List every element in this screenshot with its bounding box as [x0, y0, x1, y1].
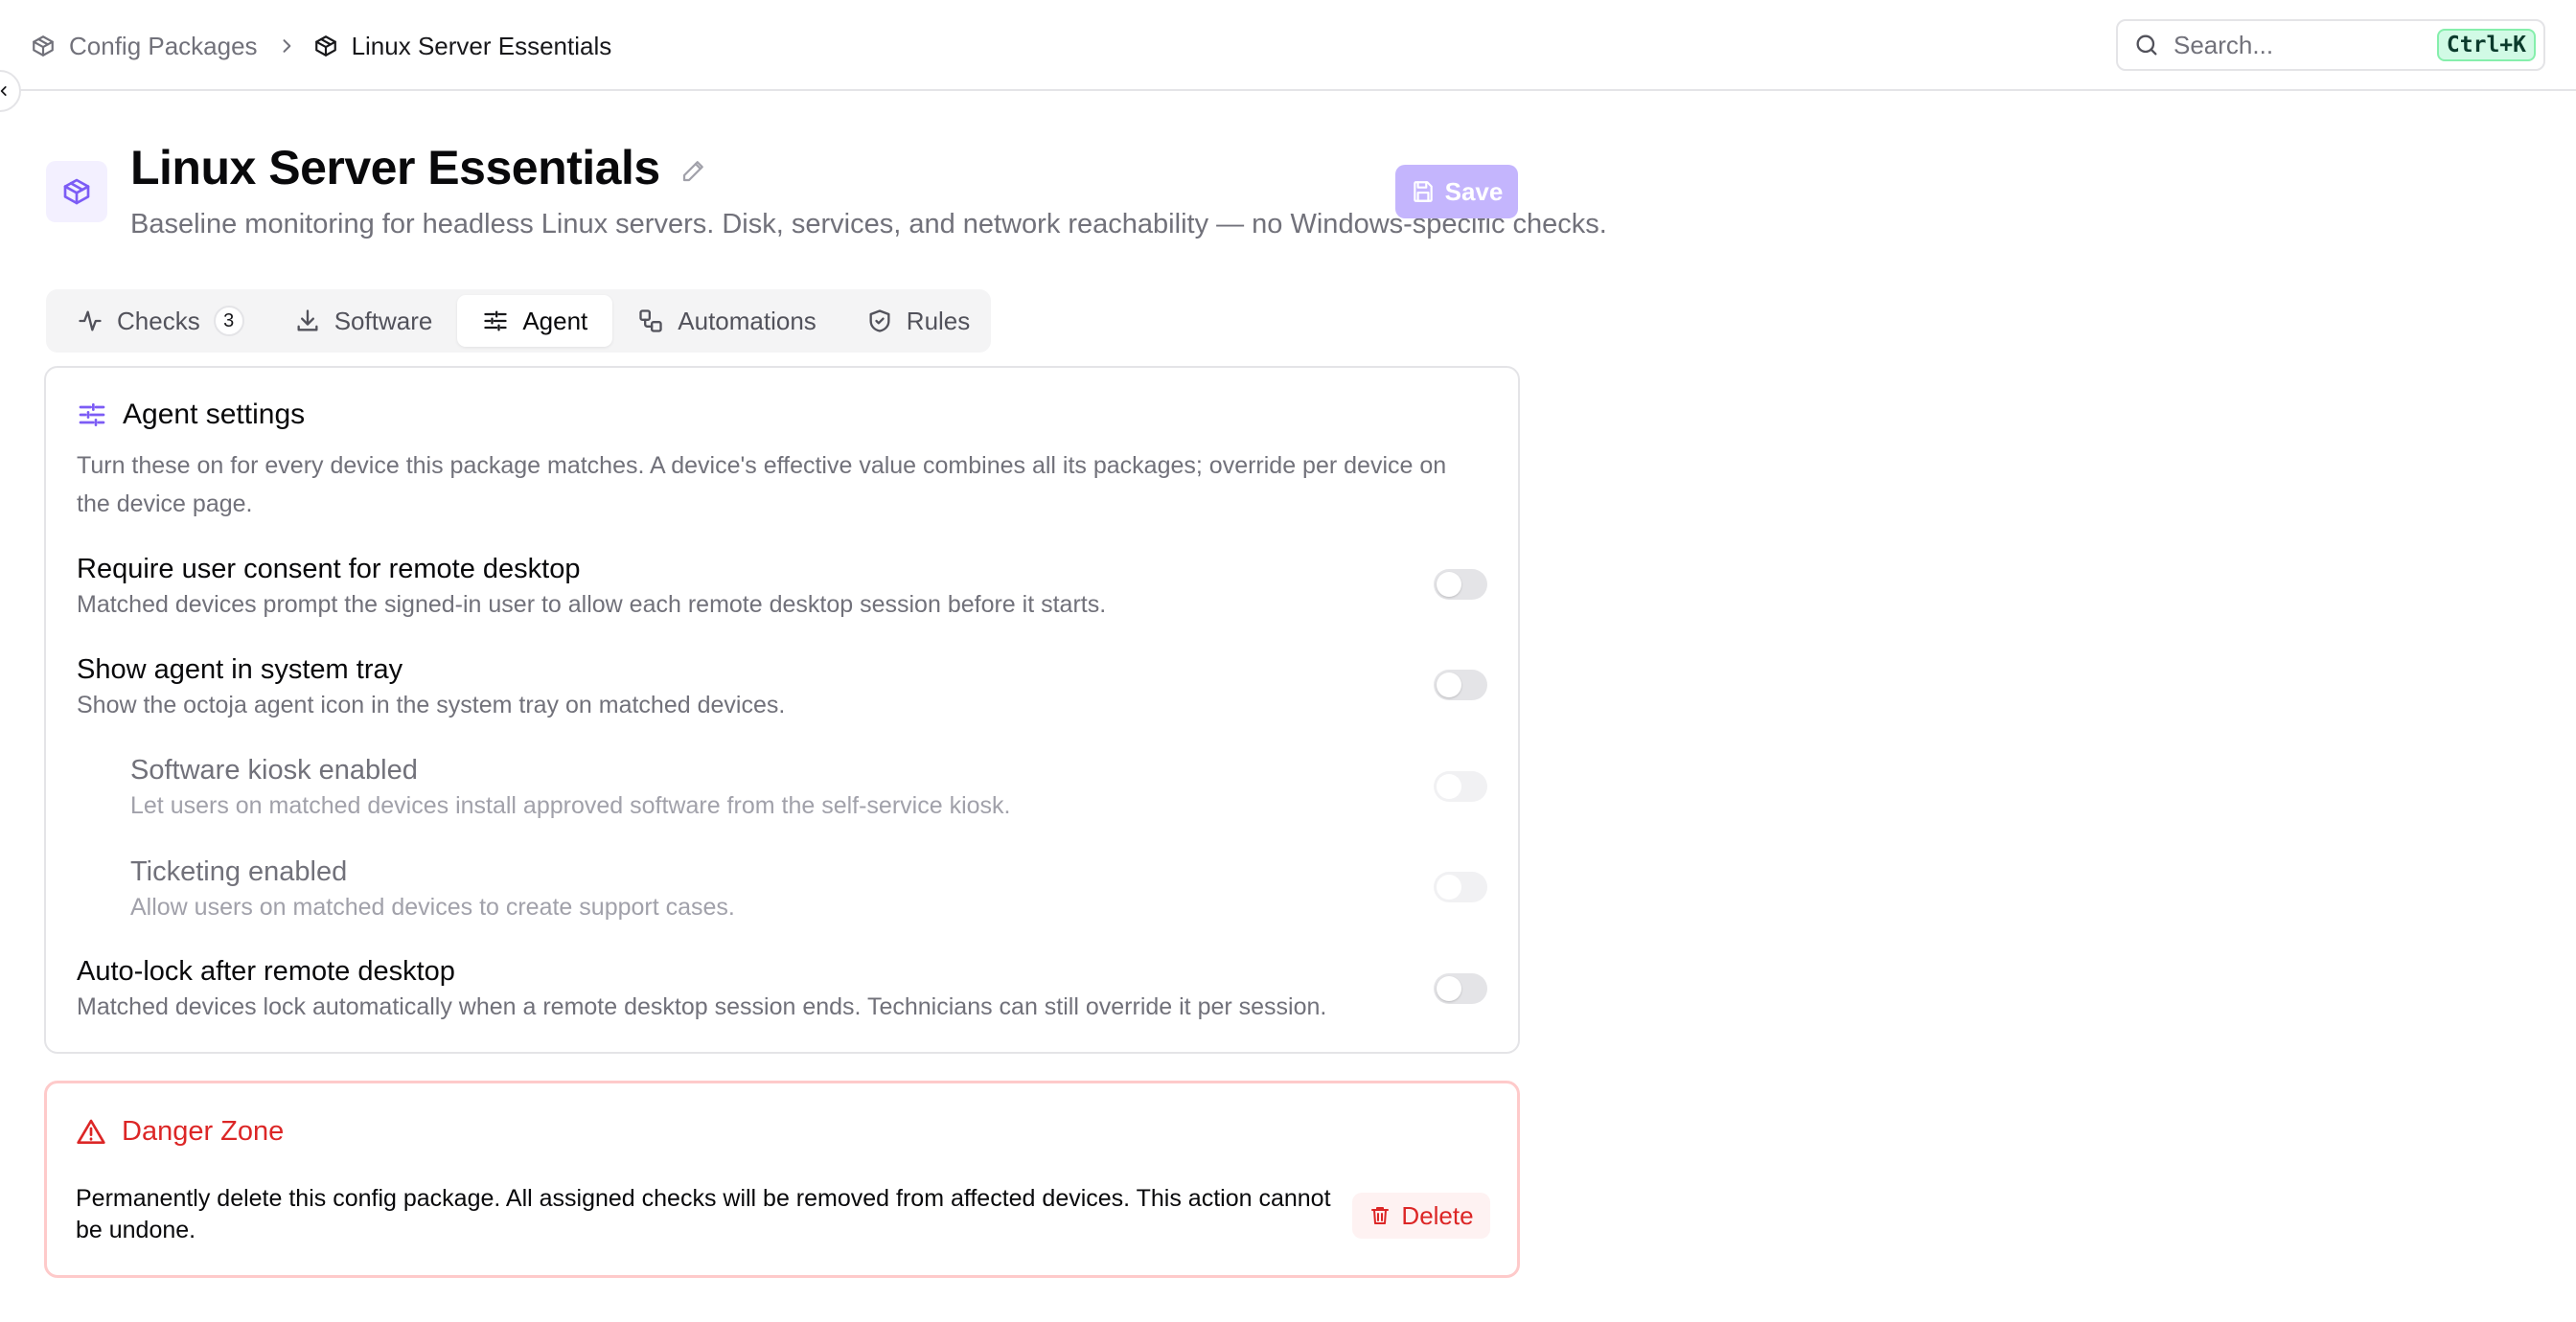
- setting-show-tray: Show agent in system tray Show the octoj…: [77, 654, 1487, 719]
- agent-settings-card: Agent settings Turn these on for every d…: [44, 366, 1520, 1054]
- breadcrumb-parent-label: Config Packages: [69, 31, 258, 60]
- setting-description: Let users on matched devices install app…: [130, 792, 1011, 819]
- danger-zone-header: Danger Zone: [76, 1116, 284, 1148]
- search-box[interactable]: Ctrl+K: [2116, 19, 2545, 71]
- activity-icon: [77, 308, 117, 334]
- shield-check-icon: [866, 308, 907, 334]
- require-consent-toggle[interactable]: [1434, 569, 1487, 600]
- tab-agent[interactable]: Agent: [457, 295, 613, 347]
- setting-description: Matched devices prompt the signed-in use…: [77, 591, 1107, 618]
- tab-label: Automations: [678, 306, 816, 335]
- package-icon: [61, 176, 92, 207]
- setting-title: Software kiosk enabled: [130, 755, 418, 786]
- tab-software[interactable]: Software: [269, 295, 458, 347]
- setting-title: Auto-lock after remote desktop: [77, 956, 455, 987]
- setting-description: Matched devices lock automatically when …: [77, 993, 1327, 1020]
- search-shortcut-hint: Ctrl+K: [2436, 29, 2536, 61]
- danger-zone-description: Permanently delete this config package. …: [76, 1185, 1331, 1243]
- setting-title: Show agent in system tray: [77, 654, 403, 685]
- alert-triangle-icon: [76, 1117, 106, 1148]
- tab-checks[interactable]: Checks 3: [52, 295, 269, 347]
- tab-rules[interactable]: Rules: [841, 295, 995, 347]
- delete-button-label: Delete: [1401, 1200, 1474, 1230]
- breadcrumb-item-current: Linux Server Essentials: [313, 31, 612, 61]
- trash-icon: [1368, 1204, 1401, 1227]
- package-icon: [313, 34, 352, 58]
- package-icon: [31, 34, 69, 58]
- setting-title: Require user consent for remote desktop: [77, 554, 581, 584]
- checks-count-badge: 3: [213, 306, 244, 336]
- search-icon: [2133, 32, 2160, 58]
- tab-bar: Checks 3 Software Agent Automations Rule…: [46, 289, 991, 353]
- chevron-right-icon: [277, 36, 296, 56]
- chevron-left-icon: [0, 84, 11, 98]
- package-avatar: [46, 161, 107, 222]
- setting-auto-lock: Auto-lock after remote desktop Matched d…: [77, 956, 1487, 1021]
- tab-label: Rules: [906, 306, 971, 335]
- title-row: Linux Server Essentials: [130, 140, 708, 195]
- sliders-icon: [482, 308, 522, 334]
- ticketing-toggle[interactable]: [1434, 872, 1487, 902]
- setting-title: Ticketing enabled: [130, 856, 348, 887]
- breadcrumb-item-config-packages[interactable]: Config Packages: [31, 32, 258, 61]
- search-input[interactable]: [2174, 30, 2437, 60]
- save-icon: [1411, 179, 1445, 204]
- software-kiosk-toggle[interactable]: [1434, 771, 1487, 802]
- setting-ticketing: Ticketing enabled Allow users on matched…: [130, 856, 1541, 922]
- breadcrumb-current-label: Linux Server Essentials: [351, 31, 612, 60]
- card-title: Agent settings: [123, 399, 306, 430]
- danger-zone-title: Danger Zone: [122, 1116, 285, 1147]
- pencil-icon[interactable]: [679, 156, 708, 185]
- auto-lock-toggle[interactable]: [1434, 973, 1487, 1004]
- sliders-icon: [77, 399, 107, 430]
- show-tray-toggle[interactable]: [1434, 670, 1487, 700]
- breadcrumb: Config Packages Linux Server Essentials: [31, 27, 611, 65]
- workflow-icon: [637, 308, 678, 334]
- tab-label: Agent: [522, 306, 588, 335]
- card-header: Agent settings: [77, 399, 305, 431]
- tab-automations[interactable]: Automations: [612, 295, 841, 347]
- download-icon: [294, 308, 334, 334]
- setting-require-consent: Require user consent for remote desktop …: [77, 554, 1487, 619]
- setting-description: Allow users on matched devices to create…: [130, 894, 735, 921]
- delete-button[interactable]: Delete: [1352, 1193, 1490, 1239]
- card-description: Turn these on for every device this pack…: [77, 452, 1447, 517]
- danger-zone-card: Danger Zone Permanently delete this conf…: [44, 1081, 1520, 1278]
- page-title: Linux Server Essentials: [130, 141, 660, 194]
- top-bar: Config Packages Linux Server Essentials …: [0, 0, 2576, 91]
- save-button-label: Save: [1444, 176, 1504, 206]
- tab-label: Software: [334, 306, 433, 335]
- setting-description: Show the octoja agent icon in the system…: [77, 692, 786, 718]
- setting-software-kiosk: Software kiosk enabled Let users on matc…: [130, 755, 1541, 820]
- tab-label: Checks: [117, 306, 200, 335]
- page-description: Baseline monitoring for headless Linux s…: [130, 209, 1607, 239]
- save-button[interactable]: Save: [1395, 165, 1518, 218]
